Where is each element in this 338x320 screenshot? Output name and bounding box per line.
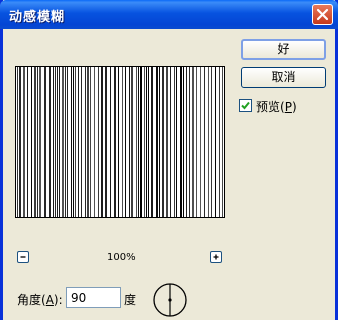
blur-line — [192, 67, 194, 217]
blur-line — [101, 67, 103, 217]
blur-line — [85, 67, 86, 217]
angle-input[interactable] — [66, 287, 121, 308]
blur-line — [75, 67, 76, 217]
blur-line — [122, 67, 123, 217]
angle-dial-icon[interactable] — [152, 282, 188, 318]
blur-line — [39, 67, 41, 217]
blur-line — [57, 67, 58, 217]
preview-label: 预览(P) — [256, 100, 297, 114]
blur-line — [125, 67, 126, 217]
preview-canvas[interactable] — [15, 66, 225, 218]
blur-line — [37, 67, 38, 217]
blur-line — [31, 67, 32, 217]
blur-line — [174, 67, 175, 217]
title-bar[interactable]: 动感模糊 — [0, 0, 338, 29]
motion-blur-dialog: 动感模糊 好 取消 预览(P) 100% 角度(A): 度 — [0, 0, 338, 320]
blur-line — [27, 67, 28, 217]
blur-line — [44, 67, 46, 217]
blurred-lines-preview — [17, 67, 223, 217]
cancel-button[interactable]: 取消 — [241, 67, 326, 88]
blur-line — [19, 67, 21, 217]
blur-line — [59, 67, 60, 217]
blur-line — [17, 67, 18, 217]
blur-line — [180, 67, 182, 217]
blur-line — [211, 67, 212, 217]
blur-line — [98, 67, 99, 217]
blur-line — [94, 67, 95, 217]
blur-line — [129, 67, 130, 217]
blur-line — [73, 67, 74, 217]
blur-line — [144, 67, 145, 217]
blur-line — [219, 67, 220, 217]
checkmark-icon — [241, 101, 250, 110]
window-title: 动感模糊 — [9, 10, 66, 25]
blur-line — [118, 67, 119, 217]
blur-line — [34, 67, 36, 217]
ok-button[interactable]: 好 — [241, 39, 326, 60]
blur-line — [148, 67, 149, 217]
blur-line — [62, 67, 64, 217]
blur-line — [138, 67, 139, 217]
blur-line — [183, 67, 184, 217]
blur-line — [215, 67, 216, 217]
blur-line — [146, 67, 147, 217]
close-icon — [316, 8, 329, 21]
zoom-level: 100% — [107, 252, 136, 263]
blur-line — [196, 67, 197, 217]
plus-icon — [213, 254, 219, 260]
blur-line — [67, 67, 68, 217]
blur-line — [159, 67, 160, 217]
blur-line — [105, 67, 107, 217]
preview-checkbox[interactable] — [239, 99, 252, 112]
blur-line — [71, 67, 72, 217]
blur-line — [136, 67, 137, 217]
blur-line — [151, 67, 153, 217]
blur-line — [81, 67, 82, 217]
zoom-out-button[interactable] — [17, 251, 29, 263]
blur-line — [186, 67, 187, 217]
blur-line — [162, 67, 164, 217]
blur-line — [156, 67, 158, 217]
blur-line — [189, 67, 190, 217]
blur-line — [204, 67, 205, 217]
blur-line — [53, 67, 54, 217]
angle-unit: 度 — [124, 293, 137, 307]
blur-line — [90, 67, 91, 217]
blur-line — [131, 67, 133, 217]
close-button[interactable] — [312, 4, 333, 25]
zoom-in-button[interactable] — [210, 251, 222, 263]
blur-line — [176, 67, 177, 217]
blur-line — [110, 67, 111, 217]
blur-line — [166, 67, 168, 217]
blur-line — [140, 67, 142, 217]
blur-line — [114, 67, 116, 217]
minus-icon — [20, 256, 26, 258]
blur-line — [200, 67, 201, 217]
blur-line — [55, 67, 56, 217]
blur-line — [23, 67, 25, 217]
angle-label: 角度(A): — [17, 293, 63, 307]
blur-line — [78, 67, 79, 217]
blur-line — [49, 67, 51, 217]
blur-line — [208, 67, 209, 217]
blur-line — [222, 67, 223, 217]
blur-line — [87, 67, 89, 217]
blur-line — [170, 67, 171, 217]
blur-line — [65, 67, 66, 217]
